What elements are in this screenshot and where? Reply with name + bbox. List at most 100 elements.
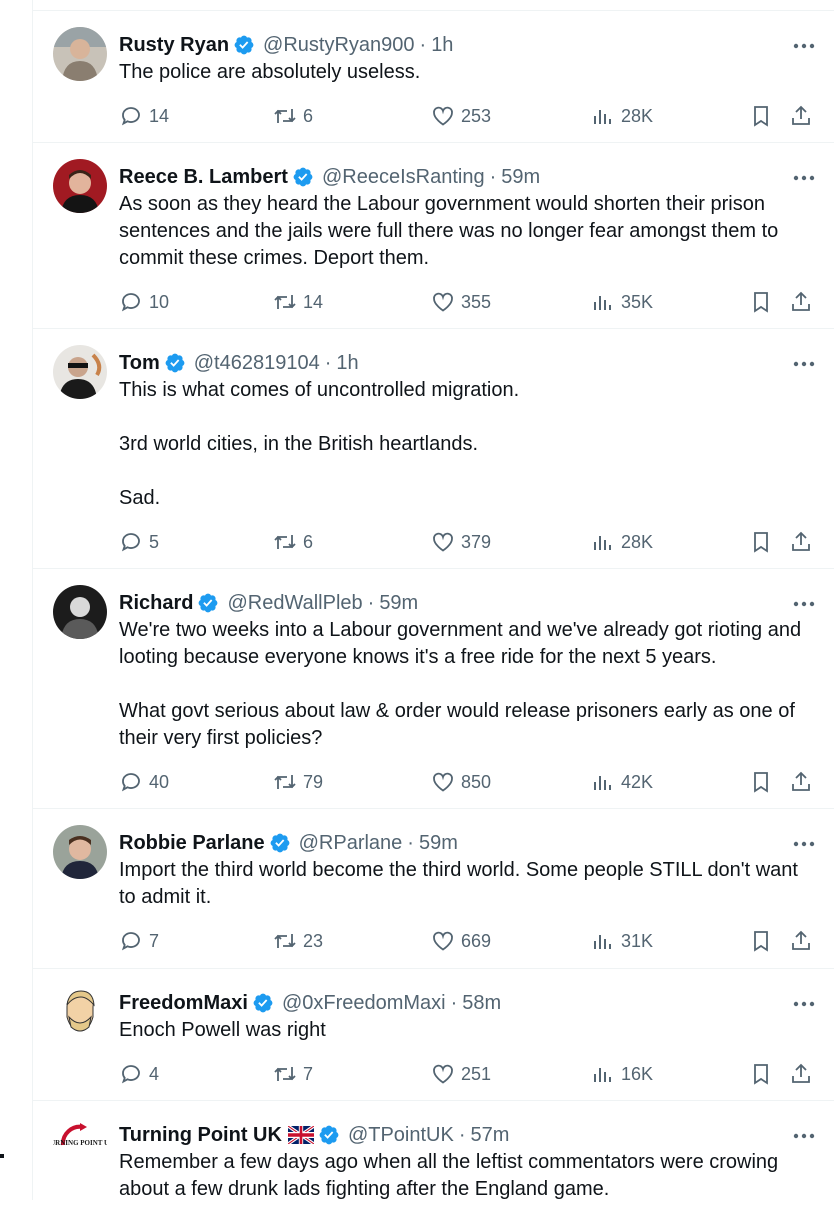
author-name[interactable]: Rusty Ryan: [119, 34, 229, 57]
author-handle[interactable]: @TPointUK: [348, 1124, 454, 1147]
more-icon[interactable]: [791, 173, 817, 183]
like-button[interactable]: 669: [431, 929, 491, 953]
reply-button[interactable]: 5: [119, 530, 159, 554]
views-button[interactable]: 35K: [591, 290, 653, 314]
author-handle[interactable]: @RustyRyan900: [263, 34, 414, 57]
bookmark-button[interactable]: [749, 530, 779, 554]
bookmark-icon: [754, 931, 768, 952]
timestamp[interactable]: 1h: [431, 34, 453, 57]
reply-icon: [121, 1065, 140, 1084]
bookmark-button[interactable]: [749, 104, 779, 128]
like-button[interactable]: 251: [431, 1062, 491, 1086]
views-button[interactable]: 28K: [591, 104, 653, 128]
avatar[interactable]: [53, 27, 107, 81]
reply-button[interactable]: 10: [119, 290, 169, 314]
more-icon[interactable]: [791, 839, 817, 849]
views-button[interactable]: 28K: [591, 530, 653, 554]
like-count: 850: [461, 771, 492, 792]
retweet-count: 23: [303, 930, 324, 951]
avatar-logo-text: TURNING POINT UK: [53, 1139, 107, 1147]
views-button[interactable]: 31K: [591, 929, 653, 953]
share-button[interactable]: [789, 929, 819, 953]
tweet[interactable]: TURNING POINT UK Turning Point UK @TPoin…: [33, 1101, 834, 1211]
bookmark-button[interactable]: [749, 929, 779, 953]
tweet-paragraph: What govt serious about law & order woul…: [119, 700, 801, 749]
author-handle[interactable]: @0xFreedomMaxi: [282, 992, 446, 1015]
timestamp[interactable]: 57m: [471, 1124, 510, 1147]
tweet[interactable]: Robbie Parlane @RParlane · 59m Import th…: [33, 809, 834, 969]
retweet-button[interactable]: 79: [273, 770, 323, 794]
reply-button[interactable]: 40: [119, 770, 169, 794]
tweet[interactable]: Reece B. Lambert @ReeceIsRanting · 59m A…: [33, 143, 834, 329]
more-icon[interactable]: [791, 359, 817, 369]
retweet-count: 14: [303, 291, 324, 312]
heart-icon: [433, 772, 453, 792]
tweet[interactable]: Tom @t462819104 · 1h This is what comes …: [33, 329, 834, 569]
bookmark-button[interactable]: [749, 1062, 779, 1086]
more-icon[interactable]: [791, 999, 817, 1009]
heart-icon: [433, 106, 453, 126]
timestamp[interactable]: 59m: [379, 592, 418, 615]
views-button[interactable]: 16K: [591, 1062, 653, 1086]
avatar[interactable]: TURNING POINT UK: [53, 1115, 107, 1169]
reply-button[interactable]: 7: [119, 929, 159, 953]
share-button[interactable]: [789, 530, 819, 554]
like-button[interactable]: 379: [431, 530, 491, 554]
bookmark-button[interactable]: [749, 770, 779, 794]
author-handle[interactable]: @RedWallPleb: [227, 592, 362, 615]
avatar[interactable]: [53, 985, 107, 1039]
like-button[interactable]: 253: [431, 104, 491, 128]
author-handle[interactable]: @t462819104: [194, 352, 320, 375]
share-button[interactable]: [789, 1062, 819, 1086]
heart-icon: [433, 532, 453, 552]
more-icon[interactable]: [791, 1131, 817, 1141]
views-button[interactable]: 42K: [591, 770, 653, 794]
reply-button[interactable]: 14: [119, 104, 169, 128]
views-icon: [594, 296, 611, 310]
avatar[interactable]: [53, 159, 107, 213]
tweet[interactable]: Rusty Ryan @RustyRyan900 · 1h The police…: [33, 11, 834, 143]
like-button[interactable]: 355: [431, 290, 491, 314]
avatar[interactable]: [53, 825, 107, 879]
author-name[interactable]: Turning Point UK: [119, 1124, 282, 1147]
share-button[interactable]: [789, 104, 819, 128]
author-name[interactable]: Richard: [119, 592, 193, 615]
author-name[interactable]: Reece B. Lambert: [119, 166, 288, 189]
bookmark-button[interactable]: [749, 290, 779, 314]
like-count: 379: [461, 531, 492, 552]
tweet-paragraph: We're two weeks into a Labour government…: [119, 619, 807, 668]
author-name[interactable]: Robbie Parlane: [119, 832, 265, 855]
tweet-text: As soon as they heard the Labour governm…: [119, 191, 819, 272]
share-button[interactable]: [789, 290, 819, 314]
tweet-header: Richard @RedWallPleb · 59m: [119, 589, 819, 617]
tweet[interactable]: Richard @RedWallPleb · 59m We're two wee…: [33, 569, 834, 809]
author-handle[interactable]: @ReeceIsRanting: [322, 166, 485, 189]
retweet-count: 6: [303, 531, 314, 552]
bookmark-icon: [754, 106, 768, 127]
tweet-header: Robbie Parlane @RParlane · 59m: [119, 829, 819, 857]
tweet-text: The police are absolutely useless.: [119, 59, 819, 86]
author-handle[interactable]: @RParlane: [299, 832, 403, 855]
timestamp[interactable]: 59m: [501, 166, 540, 189]
more-icon[interactable]: [791, 41, 817, 51]
retweet-button[interactable]: 6: [273, 530, 313, 554]
retweet-button[interactable]: 7: [273, 1062, 313, 1086]
tweet[interactable]: FreedomMaxi @0xFreedomMaxi · 58m Enoch P…: [33, 969, 834, 1101]
author-name[interactable]: Tom: [119, 352, 160, 375]
reply-button[interactable]: 4: [119, 1062, 159, 1086]
tweet-header: Turning Point UK @TPointUK · 57m: [119, 1121, 819, 1149]
retweet-button[interactable]: 14: [273, 290, 323, 314]
author-name[interactable]: FreedomMaxi: [119, 992, 248, 1015]
retweet-button[interactable]: 6: [273, 104, 313, 128]
like-button[interactable]: 850: [431, 770, 491, 794]
timestamp[interactable]: 59m: [419, 832, 458, 855]
share-button[interactable]: [789, 770, 819, 794]
timestamp[interactable]: 58m: [462, 992, 501, 1015]
avatar[interactable]: [53, 345, 107, 399]
retweet-icon: [274, 109, 296, 123]
more-icon[interactable]: [791, 599, 817, 609]
feed-top-divider: [33, 0, 834, 11]
timestamp[interactable]: 1h: [336, 352, 358, 375]
retweet-button[interactable]: 23: [273, 929, 323, 953]
avatar[interactable]: [53, 585, 107, 639]
